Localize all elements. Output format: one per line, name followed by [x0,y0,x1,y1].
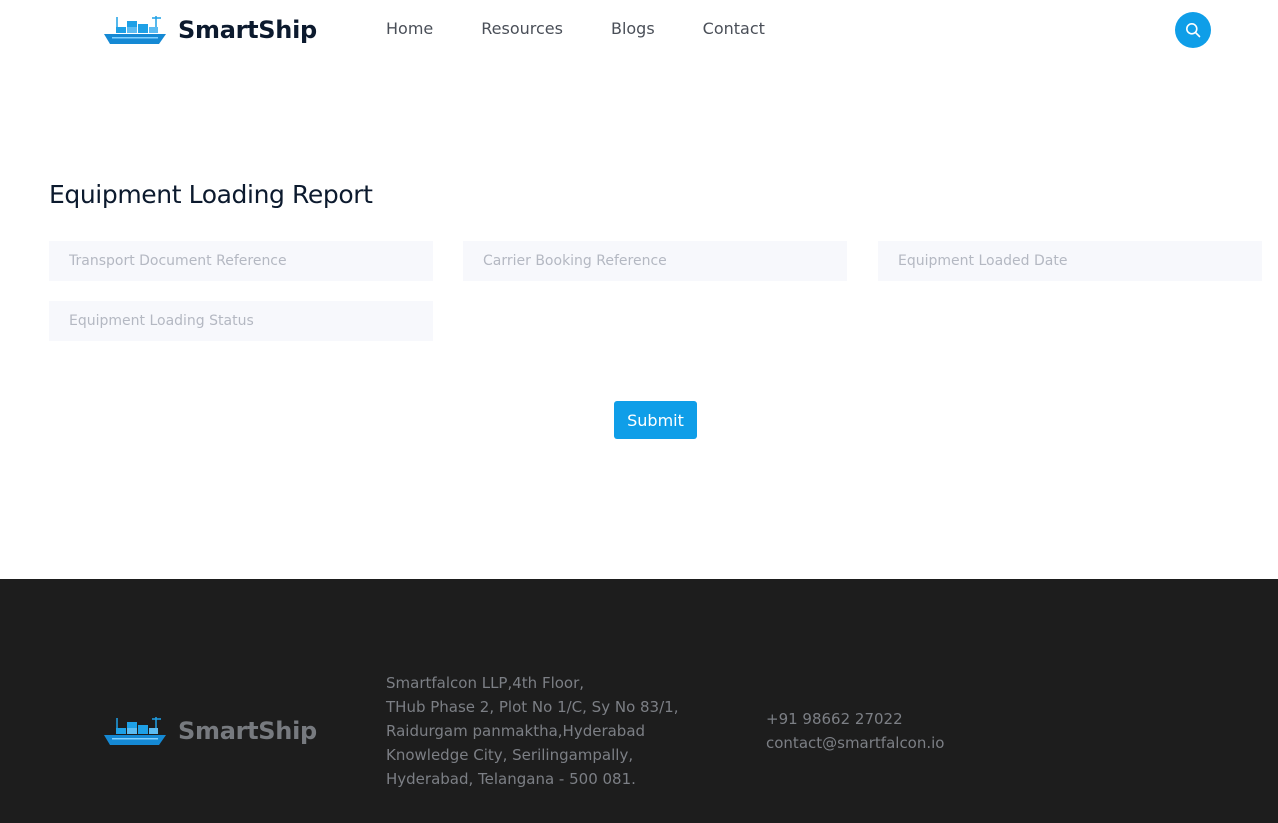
brand-logo[interactable]: SmartShip [104,14,317,46]
address-line: Smartfalcon LLP,4th Floor, [386,674,585,692]
transport-document-reference-input[interactable] [49,241,433,281]
phone-number[interactable]: +91 98662 27022 [766,707,944,731]
address-line: Hyderabad, Telangana - 500 081. [386,770,636,788]
brand-name: SmartShip [178,16,317,44]
email-link[interactable]: contact@smartfalcon.io [766,731,944,755]
nav-resources-link[interactable]: Resources [481,19,563,39]
search-button[interactable] [1175,12,1211,48]
main-nav: Home Resources Blogs Contact [386,19,813,39]
carrier-booking-reference-input[interactable] [463,241,847,281]
submit-button[interactable]: Submit [614,401,697,439]
footer-brand-logo[interactable]: SmartShip [104,715,317,747]
ship-icon [104,717,166,745]
address-line: Raidurgam panmaktha,Hyderabad [386,722,646,740]
footer-address: Smartfalcon LLP,4th Floor, THub Phase 2,… [386,671,678,791]
equipment-loading-status-input[interactable] [49,301,433,341]
nav-blogs-link[interactable]: Blogs [611,19,655,39]
ship-icon [104,16,166,44]
nav-home-link[interactable]: Home [386,19,433,39]
page-title: Equipment Loading Report [49,180,373,209]
address-line: Knowledge City, Serilingampally, [386,746,634,764]
equipment-loaded-date-input[interactable] [878,241,1262,281]
address-line: THub Phase 2, Plot No 1/C, Sy No 83/1, [386,698,679,716]
site-footer: SmartShip Smartfalcon LLP,4th Floor, THu… [0,579,1278,823]
site-header: SmartShip Home Resources Blogs Contact [0,0,1278,60]
footer-contact: +91 98662 27022 contact@smartfalcon.io [766,707,944,755]
search-icon [1186,23,1201,38]
nav-contact-link[interactable]: Contact [703,19,765,39]
footer-brand-name: SmartShip [178,717,317,745]
